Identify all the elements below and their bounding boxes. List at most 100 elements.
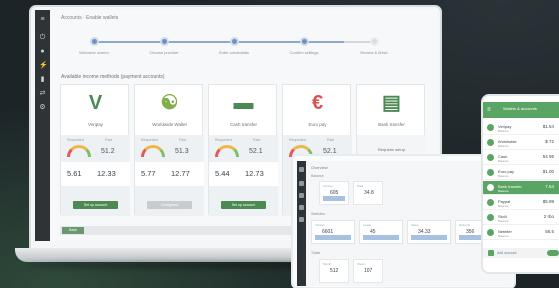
tablet-screen: Overview Balance Income 605 Paid 34.8 St… xyxy=(297,161,512,286)
list-item-value: $ 72 xyxy=(545,139,554,144)
user-icon[interactable]: ● xyxy=(39,48,46,55)
payment-card-3[interactable]: ▬ Cash transfer Requested Paid 52.1 5.44… xyxy=(208,84,278,216)
stat-box-label: Refunds xyxy=(459,223,471,227)
list-item-value: 2 rbo xyxy=(543,214,554,219)
power-icon[interactable]: ⏻ xyxy=(39,34,46,41)
avatar xyxy=(487,199,494,206)
list-item-sub: Balance xyxy=(498,219,509,223)
list-item[interactable]: Paypal Balance $5.99 xyxy=(483,196,559,210)
stat-heading: Requested xyxy=(289,138,306,142)
stat-box-value: 107 xyxy=(364,268,373,274)
toggle-switch[interactable] xyxy=(547,250,559,256)
stat-box-label: Week xyxy=(357,262,365,266)
stat-box-bar xyxy=(363,235,399,240)
card-name: Worldwide Wallet xyxy=(152,122,187,127)
step-2[interactable]: Choose provider xyxy=(134,37,194,55)
page-title: Accounts · Enable wallets xyxy=(61,15,119,21)
list-item[interactable]: Cash Balance 54 95 xyxy=(483,151,559,165)
card-stats: Requested Paid 51.2 5.61 12.33 Set up ac… xyxy=(61,135,130,216)
payment-card-2[interactable]: ☯ Worldwide Wallet Requested Paid 51.3 5… xyxy=(134,84,204,216)
menu-icon[interactable]: ≡ xyxy=(39,16,46,23)
stat-box-label: Income xyxy=(323,184,333,188)
tablet-title: Overview xyxy=(311,165,328,170)
step-label: Welcome screen xyxy=(79,50,109,55)
list-item-selected[interactable]: Bank transfer Balance 7.54 xyxy=(483,181,559,195)
card-note: Requires setup xyxy=(378,147,405,152)
step-1[interactable]: Welcome screen xyxy=(64,37,124,55)
link-icon[interactable]: ⇄ xyxy=(39,90,46,97)
chart-icon[interactable] xyxy=(299,193,304,198)
step-label: Enter credentials xyxy=(218,50,249,55)
list-item-sub: Balance xyxy=(498,189,509,193)
gauge-icon xyxy=(67,145,91,157)
menu-icon[interactable]: ≡ xyxy=(487,107,491,113)
chart-icon[interactable]: ▮ xyxy=(39,76,46,83)
step-label: Choose provider xyxy=(149,50,179,55)
stat-heading: Requested xyxy=(215,138,232,142)
stat-box: Income 605 xyxy=(319,181,349,205)
card-number: 5.61 xyxy=(67,169,82,178)
list-item-sub: Balance xyxy=(498,174,509,178)
card-logo-icon: ▬ xyxy=(233,92,254,114)
card-logo-icon: ▤ xyxy=(382,92,401,114)
card-numbers: 5.61 12.33 xyxy=(61,162,130,186)
lightning-icon[interactable]: ⚡ xyxy=(39,62,48,69)
list-item[interactable]: Euro pay Balance $1.00 xyxy=(483,166,559,180)
avatar xyxy=(487,214,494,221)
stat-box: Month 512 xyxy=(319,259,349,283)
list-item[interactable]: Veripay Balance $1.54 xyxy=(483,121,559,135)
tablet-sidebar xyxy=(297,161,306,286)
stat-heading: Paid xyxy=(253,138,261,142)
stat-box-label: Leads xyxy=(363,223,372,227)
stat-heading: Requested xyxy=(141,138,158,142)
step-3[interactable]: Enter credentials xyxy=(204,37,264,55)
section-heading: Totals xyxy=(311,251,321,255)
stat-box-bar xyxy=(411,235,447,240)
stat-heading: Paid xyxy=(105,138,113,142)
gauge-value: 51.3 xyxy=(175,148,189,155)
gauge-value: 52.1 xyxy=(249,148,263,155)
stat-heading: Paid xyxy=(179,138,187,142)
list-item-value: 7.54 xyxy=(545,184,554,189)
phone-header: ≡ Wallets & accounts xyxy=(483,102,559,118)
avatar xyxy=(487,154,494,161)
step-dot xyxy=(159,37,169,46)
stat-box-value: 512 xyxy=(330,268,339,274)
list-item-sub: Balance xyxy=(498,129,509,133)
gauge-icon xyxy=(141,145,165,157)
gear-icon[interactable] xyxy=(299,217,304,222)
card-numbers: 5.44 12.73 xyxy=(209,162,278,186)
link-icon[interactable] xyxy=(299,205,304,210)
setup-button[interactable]: Set up account xyxy=(221,201,266,209)
laptop-sidebar: ≡ ⏻ ● ⚡ ▮ ⇄ ⚙ xyxy=(35,10,50,241)
card-name: Cash transfer xyxy=(229,122,257,127)
section-heading: Balance xyxy=(311,174,324,178)
user-icon[interactable] xyxy=(299,181,304,186)
list-item[interactable]: Neteller Balance 56.5 xyxy=(483,226,559,240)
payment-card-1[interactable]: V Veripay Requested Paid 51.2 5.61 12.33… xyxy=(60,84,130,216)
step-label: Confirm settings xyxy=(289,50,319,55)
card-name: Euro pay xyxy=(308,122,327,127)
stat-box-label: Paid xyxy=(357,184,364,188)
card-name: Veripay xyxy=(87,122,103,127)
list-item-value: $5.99 xyxy=(542,199,554,204)
list-item-value: $1.00 xyxy=(542,169,554,174)
list-item[interactable]: Skrill Balance 2 rbo xyxy=(483,211,559,225)
back-button[interactable]: Back xyxy=(62,227,84,234)
avatar xyxy=(487,124,494,131)
step-4[interactable]: Confirm settings xyxy=(274,37,334,55)
card-numbers: 5.77 12.77 xyxy=(135,162,204,186)
avatar xyxy=(487,184,494,191)
list-item-sub: Balance xyxy=(498,159,509,163)
step-5[interactable]: Review & finish xyxy=(344,37,404,55)
setup-button[interactable]: Set up account xyxy=(73,201,118,209)
list-item[interactable]: Worldwide Balance $ 72 xyxy=(483,136,559,150)
configured-button[interactable]: Configured xyxy=(147,201,192,209)
add-icon[interactable] xyxy=(488,250,494,256)
wizard-stepper: Welcome screen Choose provider Enter cre… xyxy=(74,37,394,57)
gear-icon[interactable]: ⚙ xyxy=(39,104,46,111)
card-number: 12.77 xyxy=(171,169,190,178)
card-logo-icon: V xyxy=(88,92,103,114)
menu-icon[interactable] xyxy=(299,167,304,172)
card-stats: Requested Paid 52.1 5.44 12.73 Set up ac… xyxy=(209,135,278,216)
